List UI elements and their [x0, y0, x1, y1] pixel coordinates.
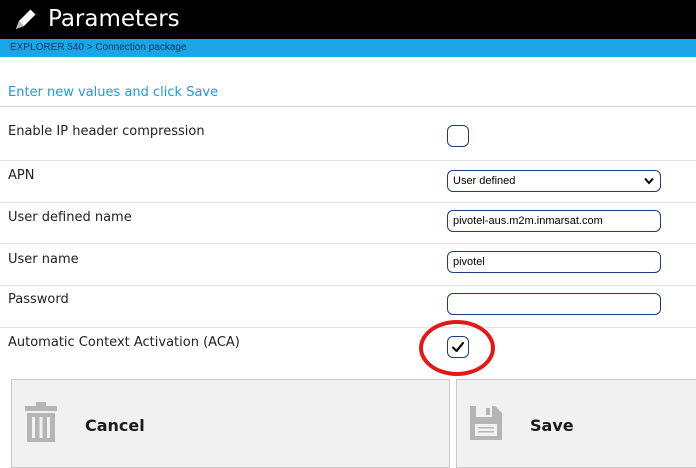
user-defined-name-field[interactable]: [447, 210, 661, 232]
divider: [0, 285, 696, 286]
ip-header-compression-label: Enable IP header compression: [8, 124, 205, 139]
checkmark-icon: [451, 341, 465, 353]
password-field[interactable]: [447, 293, 661, 315]
page-title: Parameters: [48, 6, 180, 32]
password-label: Password: [8, 292, 69, 307]
user-name-label: User name: [8, 252, 79, 267]
pencil-icon: [16, 8, 37, 29]
save-button[interactable]: Save: [456, 379, 696, 468]
user-name-field[interactable]: [447, 251, 661, 273]
divider: [0, 243, 696, 244]
cancel-button[interactable]: Cancel: [11, 379, 450, 468]
save-label: Save: [530, 416, 574, 435]
apn-select[interactable]: User defined: [447, 170, 661, 192]
floppy-disk-icon: [470, 406, 502, 440]
ip-header-compression-checkbox[interactable]: [447, 125, 469, 147]
aca-label: Automatic Context Activation (ACA): [8, 335, 240, 350]
breadcrumb: EXPLORER 540 > Connection package: [10, 42, 187, 53]
divider: [0, 106, 696, 107]
instruction-text: Enter new values and click Save: [8, 85, 219, 100]
cancel-label: Cancel: [85, 416, 145, 435]
apn-select-value: User defined: [453, 175, 516, 187]
divider: [0, 327, 696, 328]
chevron-down-icon: [644, 177, 654, 185]
breadcrumb-bar: EXPLORER 540 > Connection package: [0, 39, 696, 57]
divider: [0, 160, 696, 161]
title-bar: Parameters: [0, 0, 696, 39]
trash-icon: [25, 402, 57, 442]
aca-checkbox[interactable]: [447, 336, 469, 358]
user-defined-name-label: User defined name: [8, 210, 132, 225]
divider: [0, 202, 696, 203]
apn-label: APN: [8, 168, 35, 183]
